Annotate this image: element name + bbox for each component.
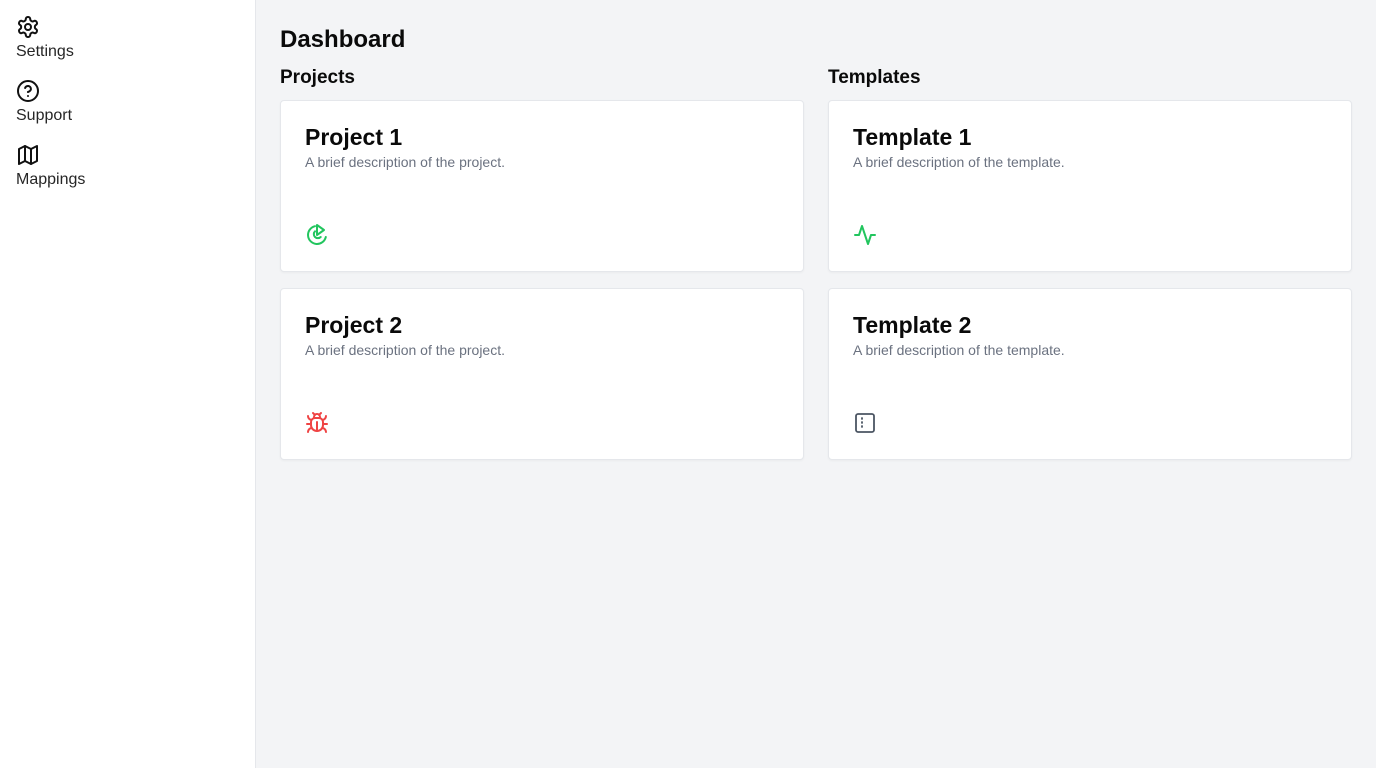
columns: Projects Project 1 A brief description o… — [280, 66, 1352, 476]
section-title-projects: Projects — [280, 67, 355, 88]
card-title: Template 2 — [853, 312, 972, 338]
sidebar: Settings Support Mappings — [0, 0, 256, 768]
card-description: A brief description of the project. — [305, 342, 505, 358]
main-content: Dashboard Projects Project 1 A brief des… — [256, 0, 1376, 768]
card-description: A brief description of the project. — [305, 154, 505, 170]
sidebar-item-label: Settings — [16, 43, 74, 60]
page-title: Dashboard — [280, 26, 406, 53]
sidebar-item-label: Mappings — [16, 171, 86, 188]
section-title-templates: Templates — [828, 67, 921, 88]
templates-section: Templates Template 1 A brief description… — [828, 66, 1352, 476]
map-icon — [16, 143, 40, 167]
card-title: Template 1 — [853, 124, 972, 150]
template-card[interactable]: Template 2 A brief description of the te… — [828, 288, 1352, 460]
activity-icon — [853, 223, 877, 247]
gear-icon — [16, 15, 40, 39]
card-description: A brief description of the template. — [853, 342, 1065, 358]
sidebar-item-support[interactable]: Support — [0, 79, 255, 143]
card-title: Project 1 — [305, 124, 403, 150]
sidebar-item-settings[interactable]: Settings — [0, 15, 255, 79]
template-card[interactable]: Template 1 A brief description of the te… — [828, 100, 1352, 272]
card-title: Project 2 — [305, 312, 403, 338]
panel-icon — [853, 411, 877, 435]
target-play-icon — [305, 223, 329, 247]
project-card[interactable]: Project 2 A brief description of the pro… — [280, 288, 804, 460]
sidebar-item-mappings[interactable]: Mappings — [0, 143, 255, 207]
help-circle-icon — [16, 79, 40, 103]
projects-section: Projects Project 1 A brief description o… — [280, 66, 804, 476]
app: Settings Support Mappings Dashboard Proj… — [0, 0, 1376, 768]
card-description: A brief description of the template. — [853, 154, 1065, 170]
bug-icon — [305, 411, 329, 435]
sidebar-item-label: Support — [16, 107, 73, 124]
project-card[interactable]: Project 1 A brief description of the pro… — [280, 100, 804, 272]
